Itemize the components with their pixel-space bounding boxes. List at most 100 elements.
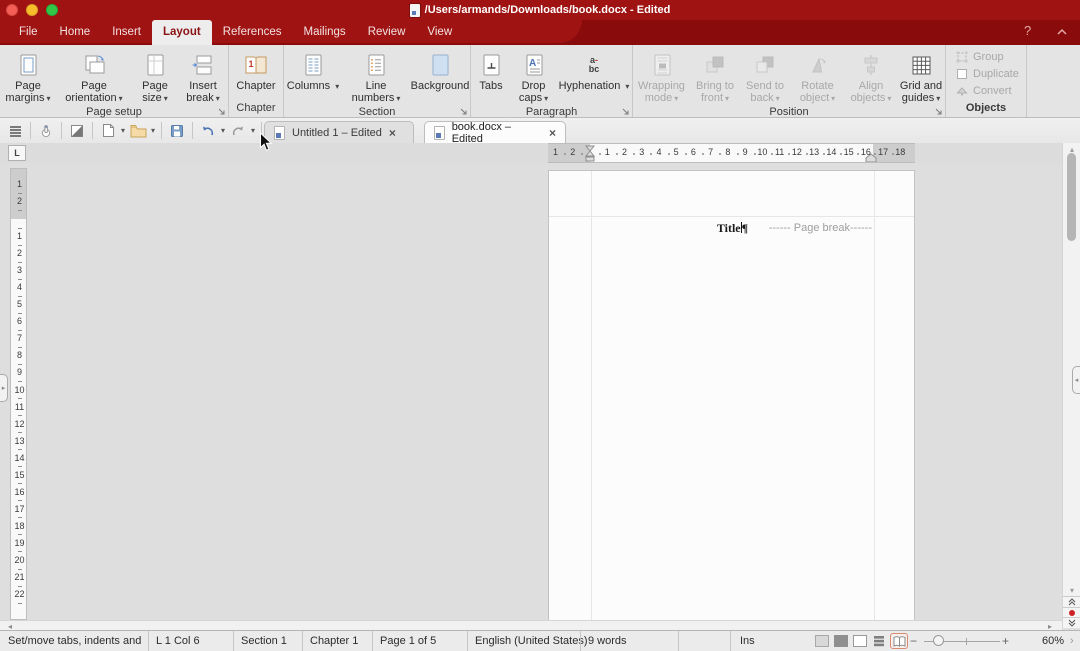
vertical-scrollbar[interactable]: ▴ ▾ ◂ bbox=[1062, 143, 1080, 628]
zoom-percentage[interactable]: 60% bbox=[1030, 631, 1064, 651]
menu-icon[interactable] bbox=[6, 122, 24, 140]
rotate-object-button[interactable]: Rotate object▾ bbox=[790, 48, 845, 105]
next-page-button[interactable] bbox=[1063, 617, 1080, 628]
redo-button[interactable] bbox=[229, 122, 247, 140]
tab-review[interactable]: Review bbox=[357, 20, 417, 43]
ruler-tick bbox=[668, 153, 670, 155]
ruler-tick bbox=[840, 153, 842, 155]
horizontal-scrollbar[interactable]: ◂ ▸ bbox=[0, 620, 1062, 630]
page-margins-button[interactable]: Page margins▾ bbox=[0, 48, 56, 105]
contrast-mode-icon[interactable] bbox=[68, 122, 86, 140]
save-button[interactable] bbox=[168, 122, 186, 140]
new-document-button[interactable] bbox=[99, 122, 117, 140]
tab-layout[interactable]: Layout bbox=[152, 20, 212, 45]
horizontal-ruler[interactable]: 21123456789101112131415161718 bbox=[548, 143, 915, 163]
chapter-button[interactable]: 1 Chapter bbox=[229, 48, 283, 101]
dropdown-caret-icon[interactable]: ▾ bbox=[251, 126, 255, 135]
grid-and-guides-button[interactable]: Grid and guides▾ bbox=[897, 48, 945, 105]
ruler-number: 10 bbox=[757, 147, 767, 157]
undo-button[interactable] bbox=[199, 122, 217, 140]
dropdown-caret-icon[interactable]: ▾ bbox=[151, 126, 155, 135]
tab-file[interactable]: File bbox=[8, 20, 49, 43]
ruler-tick bbox=[737, 153, 739, 155]
left-sidebar-handle[interactable]: ▸ bbox=[0, 374, 8, 402]
dialog-launcher-icon[interactable] bbox=[622, 108, 629, 115]
ruler-number: 13 bbox=[809, 147, 819, 157]
view-book-icon[interactable] bbox=[890, 633, 908, 649]
duplicate-button[interactable]: Duplicate bbox=[946, 65, 1026, 82]
help-icon[interactable]: ? bbox=[1024, 23, 1031, 38]
ruler-tick bbox=[18, 279, 22, 280]
doc-tab-untitled[interactable]: Untitled 1 – Edited × bbox=[264, 121, 414, 143]
top-margin-guide bbox=[549, 216, 914, 217]
right-sidebar-handle[interactable]: ◂ bbox=[1072, 366, 1080, 394]
view-stacked-pages-icon[interactable] bbox=[872, 635, 886, 647]
ribbon-tab-row: File Home Insert Layout References Maili… bbox=[0, 20, 1080, 43]
open-document-button[interactable] bbox=[129, 122, 147, 140]
document-canvas[interactable]: 2112345678910111213141516171819202122 Ti… bbox=[0, 163, 1062, 620]
dialog-launcher-icon[interactable] bbox=[935, 108, 942, 115]
background-button[interactable]: Background bbox=[410, 48, 470, 105]
dialog-launcher-icon[interactable] bbox=[218, 108, 225, 115]
previous-page-button[interactable] bbox=[1063, 596, 1080, 606]
vertical-scrollbar-thumb[interactable] bbox=[1067, 153, 1076, 241]
group-objects-button[interactable]: Group bbox=[946, 48, 1026, 65]
ruler-number: 14 bbox=[826, 147, 836, 157]
tab-stop-type-button[interactable]: L bbox=[8, 145, 26, 161]
view-page-icon[interactable] bbox=[853, 635, 867, 647]
scroll-down-icon[interactable]: ▾ bbox=[1063, 586, 1080, 595]
dropdown-caret-icon[interactable]: ▾ bbox=[221, 126, 225, 135]
status-page-number[interactable]: Page 1 of 5 bbox=[380, 631, 436, 651]
group-label-chapter: Chapter bbox=[229, 101, 283, 117]
tab-references[interactable]: References bbox=[212, 20, 293, 43]
bring-to-front-button[interactable]: Bring to front▾ bbox=[690, 48, 740, 105]
tab-home[interactable]: Home bbox=[49, 20, 102, 43]
doc-tab-book[interactable]: book.docx – Edited × bbox=[424, 121, 566, 143]
close-tab-icon[interactable]: × bbox=[389, 126, 396, 140]
drop-caps-button[interactable]: A Drop caps▾ bbox=[511, 48, 556, 105]
zoom-out-icon[interactable]: − bbox=[910, 631, 917, 651]
gesture-hand-icon[interactable] bbox=[37, 122, 55, 140]
zoom-in-icon[interactable]: + bbox=[1002, 631, 1009, 651]
view-multiple-pages-icon[interactable] bbox=[834, 635, 848, 647]
columns-label: Columns bbox=[287, 80, 330, 92]
collapse-ribbon-icon[interactable] bbox=[1056, 28, 1068, 36]
ruler-tick bbox=[823, 153, 825, 155]
navigation-button[interactable] bbox=[1063, 607, 1080, 617]
page-size-button[interactable]: Page size▾ bbox=[132, 48, 178, 105]
status-language[interactable]: English (United States) bbox=[475, 631, 588, 651]
dialog-launcher-icon[interactable] bbox=[460, 108, 467, 115]
dropdown-caret-icon[interactable]: ▾ bbox=[121, 126, 125, 135]
insert-break-button[interactable]: Insert break▾ bbox=[178, 48, 228, 105]
ruler-number: 2 bbox=[11, 196, 27, 206]
zoom-slider-knob[interactable] bbox=[933, 635, 944, 646]
ruler-number: 1 bbox=[605, 147, 610, 157]
align-objects-button[interactable]: Align objects▾ bbox=[845, 48, 897, 105]
indent-markers[interactable] bbox=[584, 145, 596, 163]
ruler-number: 18 bbox=[895, 147, 905, 157]
line-numbers-button[interactable]: Line numbers▾ bbox=[342, 48, 410, 105]
columns-button[interactable]: Columns ▾ bbox=[284, 48, 342, 105]
duplicate-icon bbox=[956, 68, 968, 80]
statusbar-overflow-icon[interactable]: › bbox=[1070, 631, 1074, 651]
hyphenation-button[interactable]: a-bc Hyphenation ▾ bbox=[556, 48, 632, 105]
ruler-number: 2 bbox=[11, 248, 27, 258]
tabs-icon bbox=[479, 53, 503, 77]
vertical-ruler[interactable]: 2112345678910111213141516171819202122 bbox=[10, 168, 27, 620]
ruler-row: L 21123456789101112131415161718 bbox=[0, 143, 1080, 163]
tab-mailings[interactable]: Mailings bbox=[293, 20, 357, 43]
convert-button[interactable]: Convert bbox=[946, 82, 1026, 99]
page-orientation-button[interactable]: Page orientation▾ bbox=[56, 48, 132, 105]
tab-insert[interactable]: Insert bbox=[101, 20, 152, 43]
status-word-count[interactable]: 9 words bbox=[588, 631, 627, 651]
close-tab-icon[interactable]: × bbox=[549, 126, 556, 140]
group-label-section: Section bbox=[284, 105, 470, 119]
send-to-back-button[interactable]: Send to back▾ bbox=[740, 48, 790, 105]
wrapping-mode-button[interactable]: Wrapping mode▾ bbox=[633, 48, 690, 105]
tabs-button[interactable]: Tabs bbox=[471, 48, 511, 105]
tab-view[interactable]: View bbox=[416, 20, 463, 43]
ruler-number: 1 bbox=[11, 231, 27, 241]
document-page[interactable]: Title¶ ------ Page break------ bbox=[548, 170, 915, 620]
view-single-page-icon[interactable] bbox=[815, 635, 829, 647]
status-insert-mode[interactable]: Ins bbox=[740, 631, 755, 651]
